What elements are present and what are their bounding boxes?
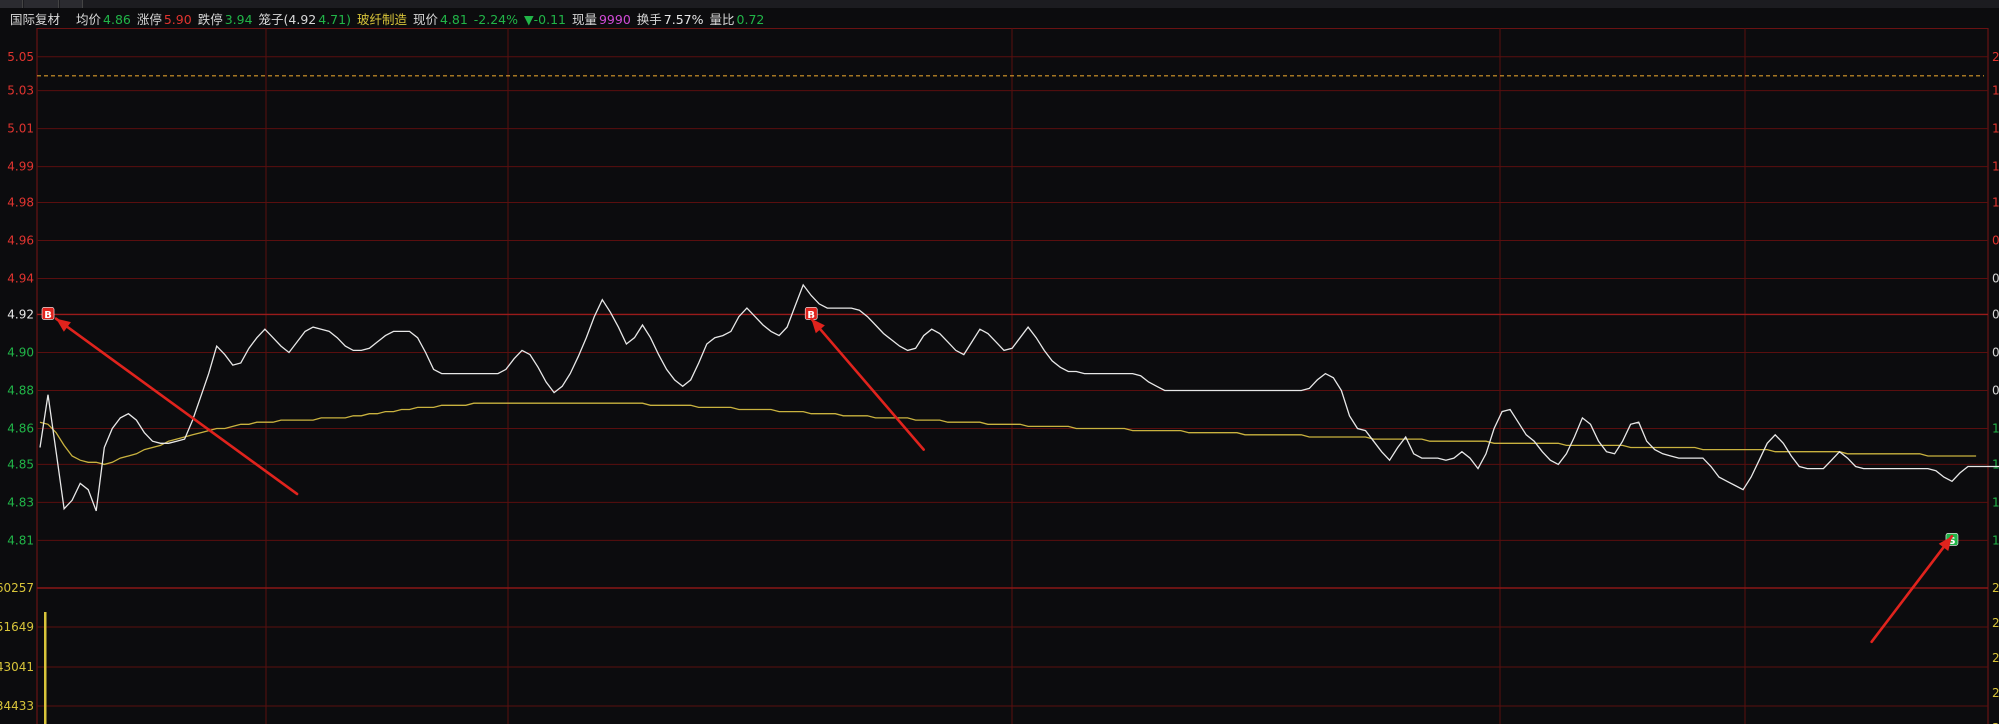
price-tick-label: 5.01 xyxy=(7,122,34,136)
price-tick-label: 4.96 xyxy=(7,234,34,248)
right-tick-label: 2 xyxy=(1992,50,1999,64)
price-tick-label: 5.05 xyxy=(7,50,34,64)
price-tick-label: 5.03 xyxy=(7,84,34,98)
volume-tick-label: 51649 xyxy=(0,620,34,634)
right-tick-label: 1 xyxy=(1992,495,1999,509)
annotation-arrow-shaft xyxy=(1870,534,1954,644)
right-tick-label: 1 xyxy=(1992,122,1999,136)
right-tick-label: 1 xyxy=(1992,457,1999,471)
intraday-chart[interactable]: 5.05 5.03 5.01 4.99 4.98 4.96 4.94 4.92 4.90 4.88… xyxy=(0,0,1999,724)
price-tick-label: 4.94 xyxy=(7,272,34,286)
right-tick-label: 2 xyxy=(1992,686,1999,700)
price-tick-label: 4.88 xyxy=(7,383,34,397)
price-tick-label: 4.83 xyxy=(7,495,34,509)
right-tick-label: 1 xyxy=(1992,84,1999,98)
right-tick-label: 2 xyxy=(1992,651,1999,665)
right-tick-label: 0 xyxy=(1992,345,1999,359)
chart-series xyxy=(39,283,1999,512)
right-tick-label: 1 xyxy=(1992,533,1999,547)
price-tick-label: 4.86 xyxy=(7,422,34,436)
price-axis-ticks: 5.05 5.03 5.01 4.99 4.98 4.96 4.94 4.92 4.90 4.88… xyxy=(7,50,34,548)
annotation-arrow-shaft xyxy=(809,317,925,451)
volume-tick-label: 34433 xyxy=(0,699,34,713)
price-line xyxy=(39,283,1999,512)
trade-markers: B BS xyxy=(41,307,1959,547)
right-axis-ticks: 2111100000111122223 xyxy=(1992,50,1999,724)
annotation-arrow-head xyxy=(1938,536,1952,551)
right-tick-label: 0 xyxy=(1992,307,1999,321)
right-tick-label: 0 xyxy=(1992,383,1999,397)
price-tick-label: 4.92 xyxy=(7,307,34,321)
annotation-arrow-shaft xyxy=(54,317,299,496)
trade-marker-label: B xyxy=(44,310,52,321)
right-tick-label: 0 xyxy=(1992,234,1999,248)
right-tick-label: 1 xyxy=(1992,160,1999,174)
volume-bar xyxy=(44,612,47,724)
price-tick-label: 4.98 xyxy=(7,196,34,210)
right-tick-label: 2 xyxy=(1992,581,1999,595)
right-tick-label: 1 xyxy=(1992,422,1999,436)
annotation-arrow-head xyxy=(56,318,71,332)
price-tick-label: 4.90 xyxy=(7,345,34,359)
chart-grid xyxy=(36,28,1989,724)
volume-tick-label: 43041 xyxy=(0,660,34,674)
annotation-arrows xyxy=(54,317,1954,644)
right-tick-label: 1 xyxy=(1992,196,1999,210)
right-tick-label: 2 xyxy=(1992,616,1999,630)
volume-axis-ticks: 60257 51649 43041 34433 xyxy=(0,581,47,724)
price-tick-label: 4.99 xyxy=(7,160,34,174)
average-price-line xyxy=(39,402,1977,466)
price-tick-label: 4.81 xyxy=(7,533,34,547)
price-tick-label: 4.85 xyxy=(7,457,34,471)
volume-tick-label: 60257 xyxy=(0,581,34,595)
right-tick-label: 0 xyxy=(1992,272,1999,286)
